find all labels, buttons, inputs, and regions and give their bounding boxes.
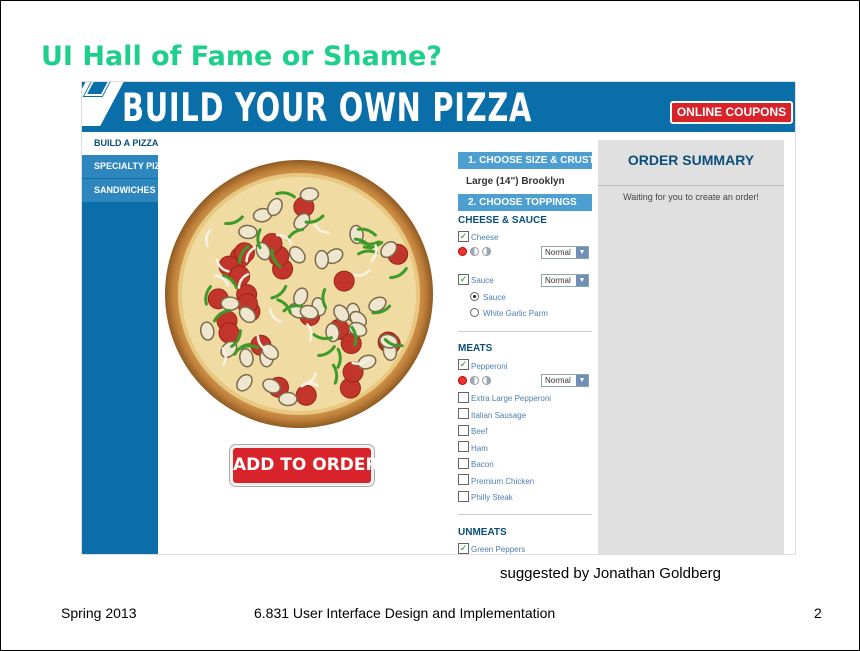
sauce-radio[interactable] (470, 292, 479, 301)
footer-course: 6.831 User Interface Design and Implemen… (254, 605, 556, 621)
pepperoni-amount-value: Normal (545, 376, 571, 385)
sauce-amount-select[interactable]: Normal ▼ (541, 274, 589, 287)
sauce-amount-value: Normal (545, 276, 571, 285)
footer-semester: Spring 2013 (61, 605, 137, 621)
cheese-checkbox[interactable]: ✓ (458, 231, 469, 242)
pepperoni-checkbox[interactable]: ✓ (458, 359, 469, 370)
cheese-amount-select[interactable]: Normal ▼ (541, 246, 589, 259)
section-divider (458, 514, 592, 515)
topping-label: Extra Large Pepperoni (471, 394, 552, 403)
cheese-sauce-heading: CHEESE & SAUCE (458, 215, 547, 226)
sauce-checkbox[interactable]: ✓ (458, 274, 469, 285)
topping-checkbox[interactable] (458, 491, 469, 502)
topping-checkbox[interactable] (458, 408, 469, 419)
pepperoni-label: Pepperoni (471, 362, 508, 371)
order-summary-title: ORDER SUMMARY (627, 152, 755, 168)
cheese-amount-value: Normal (545, 248, 571, 257)
right-half-coverage-icon[interactable] (482, 376, 491, 385)
chevron-down-icon: ▼ (576, 375, 588, 386)
sidebar-item-specialty-pizzas[interactable]: SPECIALTY PIZZAS (82, 155, 158, 179)
site-banner: BUILD YOUR OWN PIZZA ONLINE COUPONS (82, 82, 795, 132)
sidebar-item-build-a-pizza[interactable]: BUILD A PIZZA (82, 132, 158, 155)
whole-coverage-icon[interactable] (458, 247, 467, 256)
topping-checkbox[interactable] (458, 392, 469, 403)
step1-choose-size-crust[interactable]: 1. CHOOSE SIZE & CRUST (458, 152, 592, 169)
green-peppers-label: Green Peppers (471, 545, 526, 554)
topping-checkbox[interactable] (458, 441, 469, 452)
green-peppers-checkbox[interactable]: ✓ (458, 543, 469, 554)
topping-label: Philly Steak (471, 493, 513, 502)
section-divider (458, 331, 592, 332)
topping-label: Ham (471, 444, 488, 453)
chevron-down-icon: ▼ (576, 247, 588, 258)
banner-title: BUILD YOUR OWN PIZZA (122, 86, 533, 131)
sauce-option-label: Sauce (483, 293, 506, 302)
add-to-order-button[interactable]: ADD TO ORDER (230, 445, 379, 486)
website-screenshot: BUILD YOUR OWN PIZZA ONLINE COUPONS BUIL… (81, 81, 796, 555)
topping-checkbox[interactable] (458, 425, 469, 436)
dominos-logo-icon[interactable] (82, 82, 128, 126)
sidebar-item-sandwiches[interactable]: SANDWICHES (82, 179, 158, 203)
order-summary-message: Waiting for you to create an order! (598, 185, 784, 202)
left-half-coverage-icon[interactable] (470, 247, 479, 256)
meats-heading: MEATS (458, 343, 493, 354)
order-summary-panel: ORDER SUMMARY Waiting for you to create … (598, 140, 784, 554)
step2-choose-toppings[interactable]: 2. CHOOSE TOPPINGS (458, 194, 592, 211)
right-half-coverage-icon[interactable] (482, 247, 491, 256)
topping-checkbox[interactable] (458, 474, 469, 485)
white-garlic-parm-label: White Garlic Parm (483, 309, 548, 318)
sidebar-nav: BUILD A PIZZA SPECIALTY PIZZAS SANDWICHE… (82, 132, 158, 554)
credit-text: suggested by Jonathan Goldberg (500, 565, 721, 582)
topping-label: Bacon (471, 460, 494, 469)
sauce-label: Sauce (471, 276, 494, 285)
topping-label: Beef (471, 427, 488, 436)
size-crust-value: Large (14") Brooklyn (466, 176, 565, 187)
cheese-label: Cheese (471, 233, 499, 242)
slide-number: 2 (814, 605, 822, 621)
white-garlic-parm-radio[interactable] (470, 308, 479, 317)
topping-label: Italian Sausage (471, 411, 527, 420)
topping-label: Premium Chicken (471, 477, 535, 486)
slide: UI Hall of Fame or Shame? BUILD YOUR OWN… (0, 0, 860, 651)
unmeats-heading: UNMEATS (458, 527, 507, 538)
online-coupons-button[interactable]: ONLINE COUPONS (670, 101, 793, 124)
whole-coverage-icon[interactable] (458, 376, 467, 385)
pepperoni-amount-select[interactable]: Normal ▼ (541, 374, 589, 387)
chevron-down-icon: ▼ (576, 275, 588, 286)
pizza-image (164, 154, 434, 434)
topping-checkbox[interactable] (458, 458, 469, 469)
slide-title: UI Hall of Fame or Shame? (41, 41, 442, 72)
left-half-coverage-icon[interactable] (470, 376, 479, 385)
